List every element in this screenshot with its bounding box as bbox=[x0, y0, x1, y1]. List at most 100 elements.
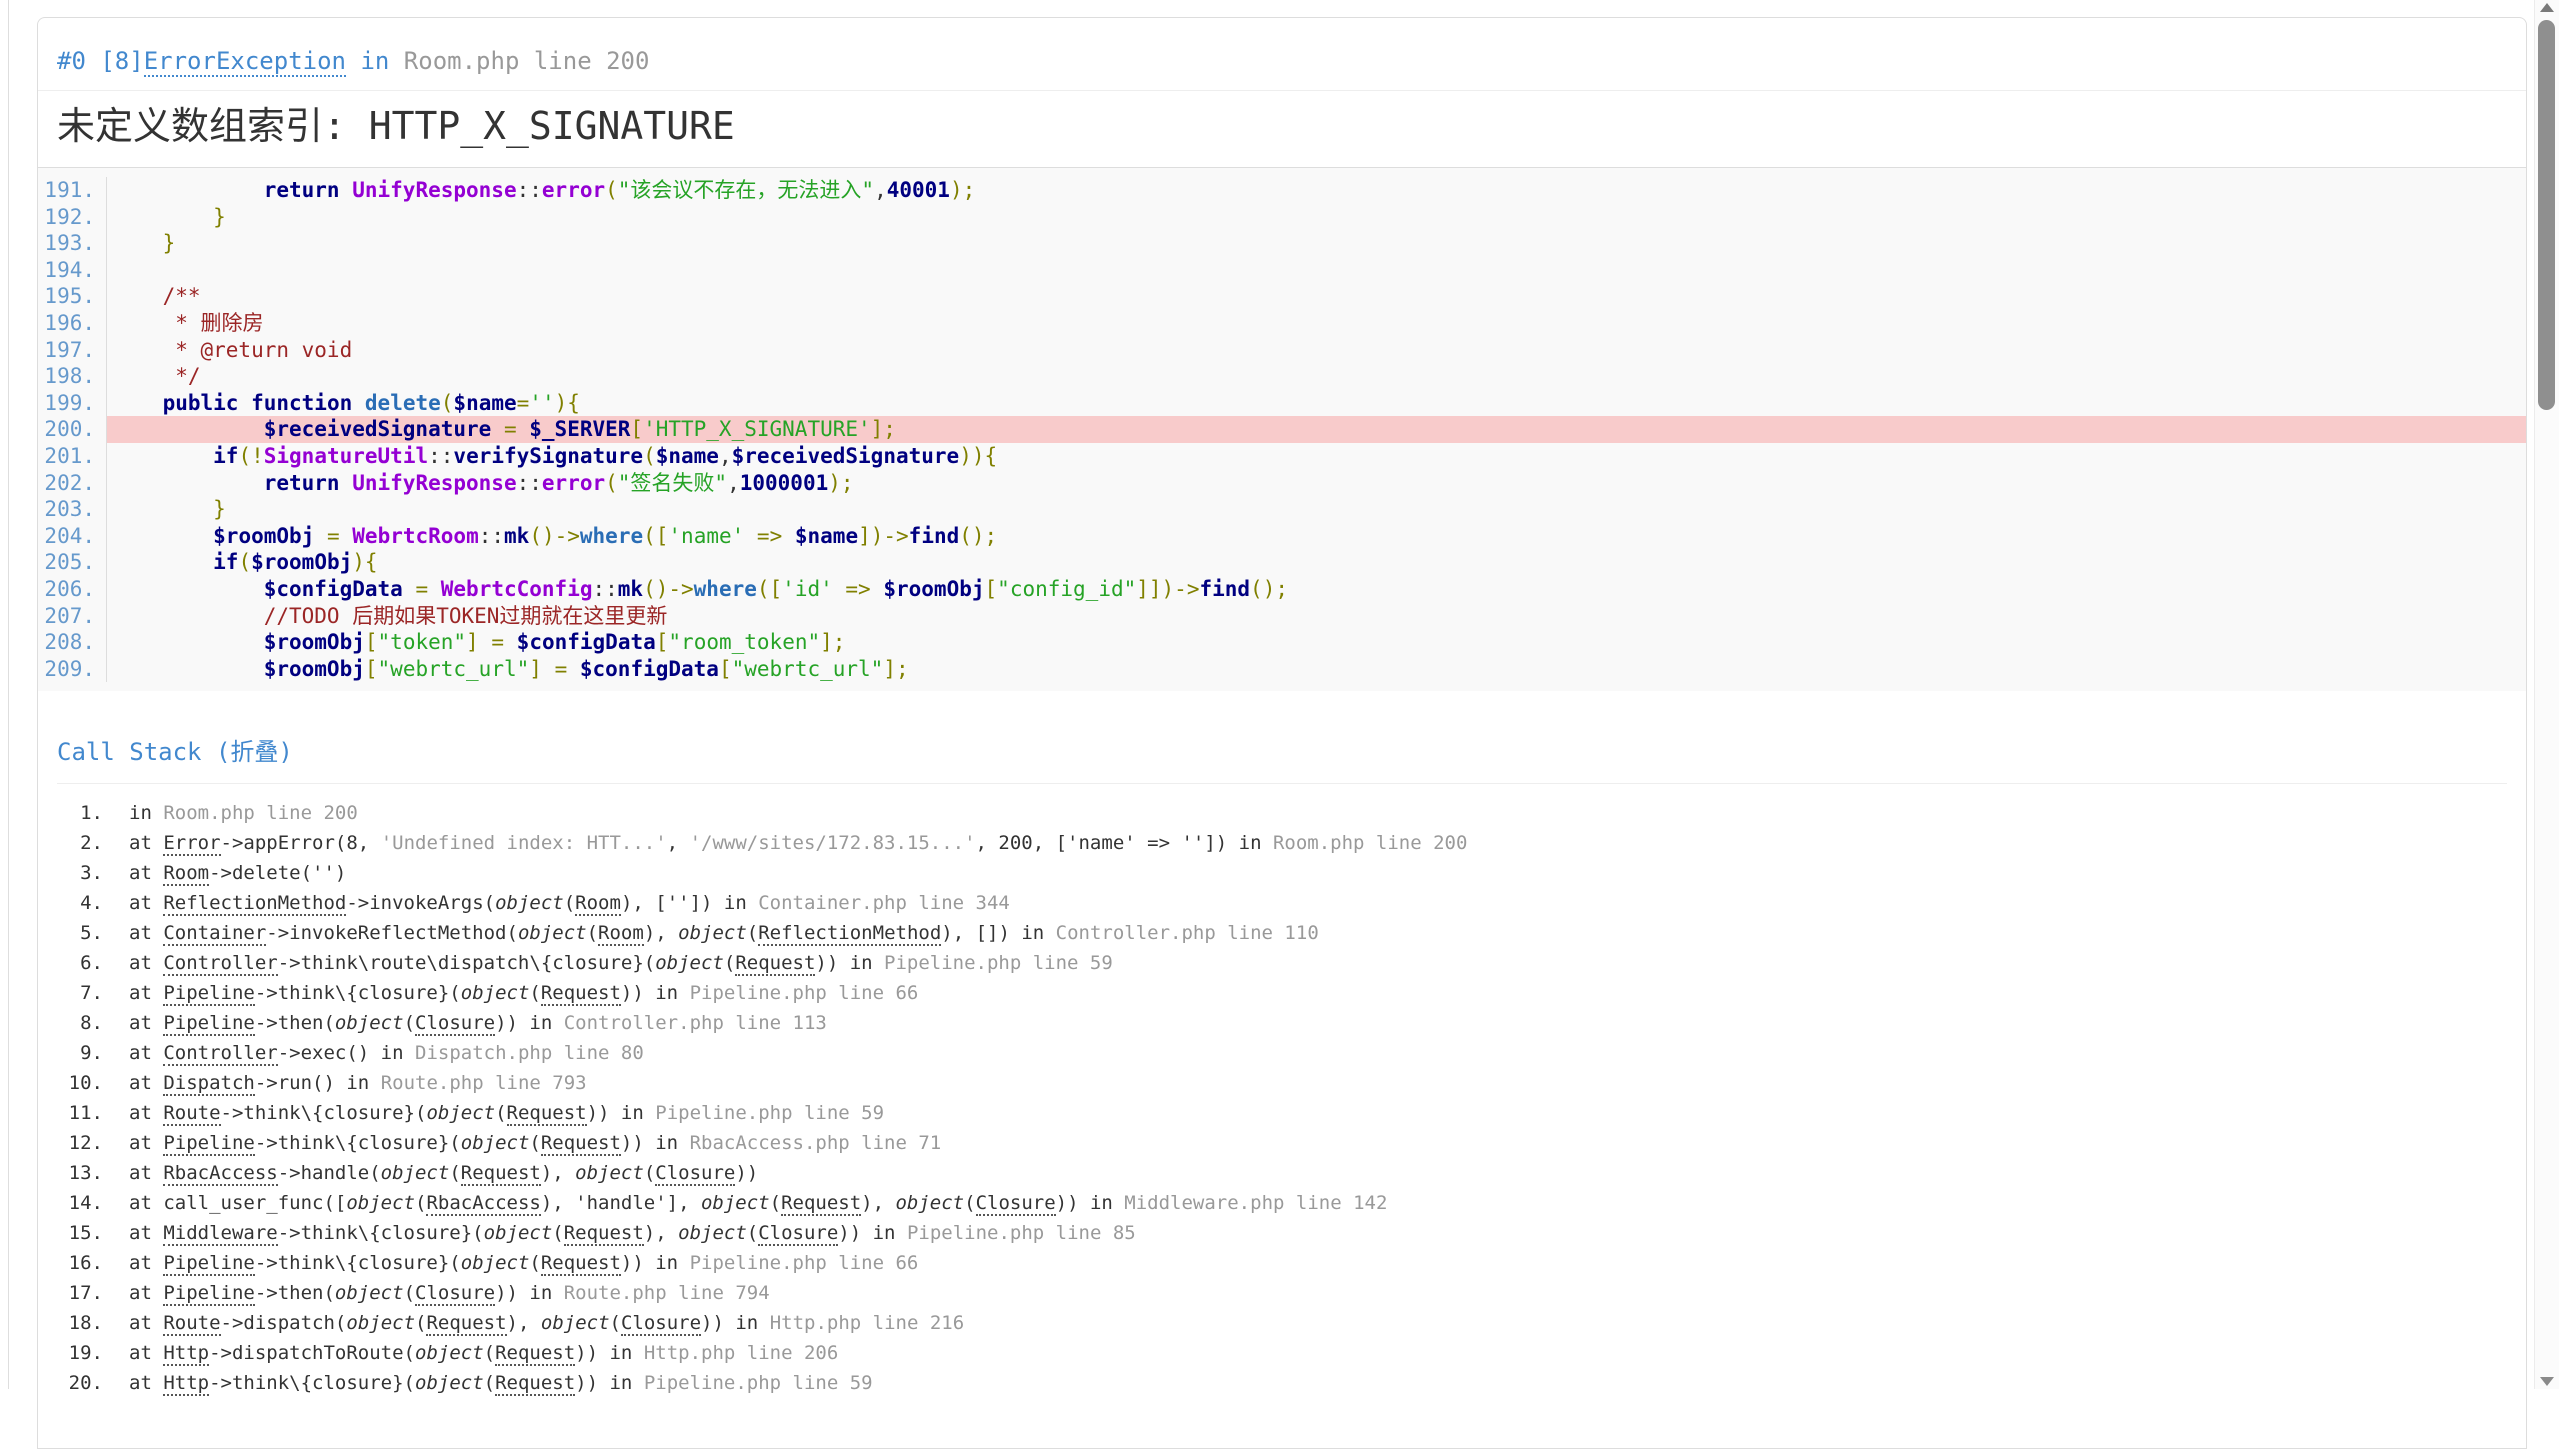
trace-item-text: at Controller->exec() in Dispatch.php li… bbox=[129, 1038, 2507, 1068]
exception-index: #0 [8] bbox=[57, 47, 144, 75]
code-line: 199. public function delete($name=''){ bbox=[38, 390, 2526, 417]
trace-item-number: 2. bbox=[57, 828, 129, 858]
trace-item-number: 7. bbox=[57, 978, 129, 1008]
code-text: * @return void bbox=[107, 337, 2526, 364]
code-line: 198. */ bbox=[38, 363, 2526, 390]
code-line: 200. $receivedSignature = $_SERVER['HTTP… bbox=[38, 416, 2526, 443]
window-edge-line bbox=[8, 0, 9, 1389]
trace-item: 11.at Route->think\{closure}(object(Requ… bbox=[57, 1098, 2507, 1128]
line-number: 193. bbox=[38, 230, 107, 257]
code-text: //TODO 后期如果TOKEN过期就在这里更新 bbox=[107, 603, 2526, 630]
exception-title: 未定义数组索引: HTTP_X_SIGNATURE bbox=[38, 103, 2526, 149]
trace-item: 3.at Room->delete('') bbox=[57, 858, 2507, 888]
scrollbar-thumb[interactable] bbox=[2538, 20, 2555, 410]
trace-item-number: 6. bbox=[57, 948, 129, 978]
code-text: */ bbox=[107, 363, 2526, 390]
trace-item-text: at Http->think\{closure}(object(Request)… bbox=[129, 1368, 2507, 1398]
source-code: 191. return UnifyResponse::error("该会议不存在… bbox=[38, 167, 2526, 691]
code-text: $configData = WebrtcConfig::mk()->where(… bbox=[107, 576, 2526, 603]
trace-item: 14.at call_user_func([object(RbacAccess)… bbox=[57, 1188, 2507, 1218]
trace-item-text: at Controller->think\route\dispatch\{clo… bbox=[129, 948, 2507, 978]
code-line: 207. //TODO 后期如果TOKEN过期就在这里更新 bbox=[38, 603, 2526, 630]
trace-item-text: at Pipeline->think\{closure}(object(Requ… bbox=[129, 978, 2507, 1008]
code-text: /** bbox=[107, 283, 2526, 310]
trace-item-number: 14. bbox=[57, 1188, 129, 1218]
trace-item-number: 18. bbox=[57, 1308, 129, 1338]
code-text: if($roomObj){ bbox=[107, 549, 2526, 576]
code-line: 191. return UnifyResponse::error("该会议不存在… bbox=[38, 177, 2526, 204]
code-line: 202. return UnifyResponse::error("签名失败",… bbox=[38, 470, 2526, 497]
error-code-text: $receivedSignature = $_SERVER['HTTP_X_SI… bbox=[107, 416, 2526, 443]
code-line: 196. * 删除房 bbox=[38, 310, 2526, 337]
trace-item: 15.at Middleware->think\{closure}(object… bbox=[57, 1218, 2507, 1248]
trace-item: 8.at Pipeline->then(object(Closure)) in … bbox=[57, 1008, 2507, 1038]
line-number: 191. bbox=[38, 177, 107, 204]
code-text: return UnifyResponse::error("签名失败",10000… bbox=[107, 470, 2526, 497]
code-text: if(!SignatureUtil::verifySignature($name… bbox=[107, 443, 2526, 470]
vertical-scrollbar[interactable] bbox=[2534, 0, 2559, 1389]
code-line: 201. if(!SignatureUtil::verifySignature(… bbox=[38, 443, 2526, 470]
exception-in-word: in bbox=[346, 47, 404, 75]
trace-item: 12.at Pipeline->think\{closure}(object(R… bbox=[57, 1128, 2507, 1158]
code-line: 208. $roomObj["token"] = $configData["ro… bbox=[38, 629, 2526, 656]
line-number: 200. bbox=[38, 416, 107, 443]
line-number: 199. bbox=[38, 390, 107, 417]
code-line: 209. $roomObj["webrtc_url"] = $configDat… bbox=[38, 656, 2526, 683]
exception-location: Room.php line 200 bbox=[404, 47, 650, 75]
scroll-up-arrow-icon bbox=[2540, 3, 2554, 12]
exception-card: #0 [8]ErrorException in Room.php line 20… bbox=[37, 17, 2527, 1449]
trace-item-number: 9. bbox=[57, 1038, 129, 1068]
line-number: 196. bbox=[38, 310, 107, 337]
trace-item-number: 8. bbox=[57, 1008, 129, 1038]
scrollbar-down-button[interactable] bbox=[2535, 1373, 2559, 1389]
trace-item-text: at RbacAccess->handle(object(Request), o… bbox=[129, 1158, 2507, 1188]
code-text: public function delete($name=''){ bbox=[107, 390, 2526, 417]
trace-item-text: at Route->think\{closure}(object(Request… bbox=[129, 1098, 2507, 1128]
trace-item: 6.at Controller->think\route\dispatch\{c… bbox=[57, 948, 2507, 978]
trace-item-text: in Room.php line 200 bbox=[129, 798, 2507, 828]
code-line: 192. } bbox=[38, 204, 2526, 231]
trace-item-text: at Container->invokeReflectMethod(object… bbox=[129, 918, 2507, 948]
scrollbar-up-button[interactable] bbox=[2535, 0, 2559, 16]
trace-item-text: at Room->delete('') bbox=[129, 858, 2507, 888]
trace-item-number: 17. bbox=[57, 1278, 129, 1308]
code-text: * 删除房 bbox=[107, 310, 2526, 337]
line-number: 198. bbox=[38, 363, 107, 390]
exception-header: #0 [8]ErrorException in Room.php line 20… bbox=[38, 18, 2526, 91]
scroll-down-arrow-icon bbox=[2540, 1377, 2554, 1386]
code-line: 195. /** bbox=[38, 283, 2526, 310]
line-number: 197. bbox=[38, 337, 107, 364]
line-number: 208. bbox=[38, 629, 107, 656]
trace-item-number: 19. bbox=[57, 1338, 129, 1368]
code-line: 204. $roomObj = WebrtcRoom::mk()->where(… bbox=[38, 523, 2526, 550]
message-section: #0 [8]ErrorException in Room.php line 20… bbox=[38, 18, 2526, 149]
exception-class-abbr: ErrorException bbox=[144, 47, 346, 77]
code-text: } bbox=[107, 230, 2526, 257]
trace-item-number: 15. bbox=[57, 1218, 129, 1248]
call-stack-heading[interactable]: Call Stack (折叠) bbox=[57, 737, 2507, 784]
trace-item-text: at Pipeline->then(object(Closure)) in Ro… bbox=[129, 1278, 2507, 1308]
code-text: $roomObj["webrtc_url"] = $configData["we… bbox=[107, 656, 2526, 683]
trace-item-text: at Dispatch->run() in Route.php line 793 bbox=[129, 1068, 2507, 1098]
trace-item-number: 20. bbox=[57, 1368, 129, 1398]
line-number: 194. bbox=[38, 257, 107, 284]
trace-item: 13.at RbacAccess->handle(object(Request)… bbox=[57, 1158, 2507, 1188]
code-line: 193. } bbox=[38, 230, 2526, 257]
trace-item-number: 10. bbox=[57, 1068, 129, 1098]
trace-item: 10.at Dispatch->run() in Route.php line … bbox=[57, 1068, 2507, 1098]
trace-item-text: at Pipeline->think\{closure}(object(Requ… bbox=[129, 1248, 2507, 1278]
trace-section: Call Stack (折叠) 1.in Room.php line 2002.… bbox=[38, 737, 2526, 1438]
line-number: 204. bbox=[38, 523, 107, 550]
line-number: 192. bbox=[38, 204, 107, 231]
trace-item-number: 3. bbox=[57, 858, 129, 888]
trace-item-text: at ReflectionMethod->invokeArgs(object(R… bbox=[129, 888, 2507, 918]
trace-item: 2.at Error->appError(8, 'Undefined index… bbox=[57, 828, 2507, 858]
trace-item-text: at Error->appError(8, 'Undefined index: … bbox=[129, 828, 2507, 858]
code-text: } bbox=[107, 496, 2526, 523]
trace-item-text: at Pipeline->think\{closure}(object(Requ… bbox=[129, 1128, 2507, 1158]
trace-item: 1.in Room.php line 200 bbox=[57, 798, 2507, 828]
line-number: 205. bbox=[38, 549, 107, 576]
trace-item-number: 1. bbox=[57, 798, 129, 828]
code-line: 197. * @return void bbox=[38, 337, 2526, 364]
trace-item: 18.at Route->dispatch(object(Request), o… bbox=[57, 1308, 2507, 1338]
